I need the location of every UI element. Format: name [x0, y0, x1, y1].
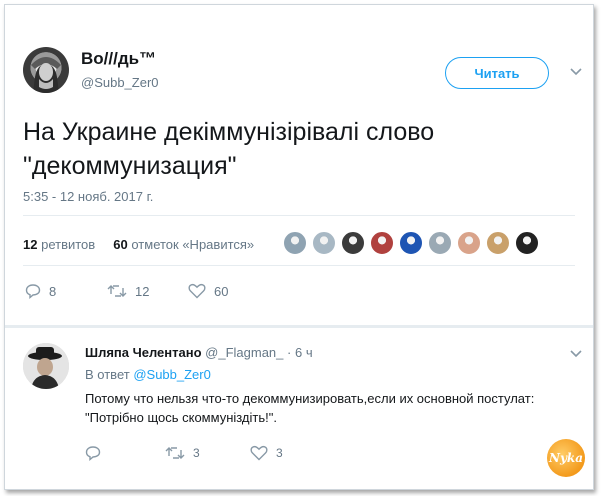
liker-avatar[interactable]	[312, 231, 336, 255]
likes-label[interactable]: отметок «Нравится»	[131, 237, 254, 252]
section-separator	[5, 325, 593, 328]
retweet-count: 12	[135, 283, 150, 299]
liker-avatar[interactable]	[428, 231, 452, 255]
retweet-icon	[107, 285, 127, 297]
reply-author-name[interactable]: Шляпа Челентано	[85, 345, 202, 360]
liker-avatar[interactable]	[486, 231, 510, 255]
reply-count: 8	[49, 283, 57, 299]
watermark-logo: Nyka	[547, 439, 585, 477]
likes-count[interactable]: 60	[113, 237, 127, 252]
reply-retweet-count: 3	[193, 446, 200, 460]
tweet-text: На Украине декіммунізірівалі слово "деко…	[23, 118, 435, 180]
reply-header: Шляпа Челентано @_Flagman_ · 6 ч	[85, 345, 313, 360]
like-count: 60	[214, 283, 229, 299]
chevron-down-icon[interactable]	[570, 65, 582, 79]
author-avatar[interactable]	[23, 47, 69, 93]
retweets-label[interactable]: ретвитов	[41, 237, 95, 252]
reply-author-handle[interactable]: @_Flagman_	[205, 345, 283, 360]
retweet-action[interactable]: 12	[107, 283, 149, 299]
avatar-portrait-icon	[31, 57, 61, 93]
avatar-hat-man-icon	[23, 343, 69, 389]
liker-avatar[interactable]	[283, 231, 307, 255]
author-name[interactable]: Во///дь™	[81, 49, 156, 69]
reply-author-avatar[interactable]	[23, 343, 69, 389]
chevron-down-icon[interactable]	[570, 347, 582, 361]
heart-icon	[250, 445, 268, 461]
tweet-stats: 12 ретвитов 60 отметок «Нравится»	[23, 237, 254, 252]
reply-bubble-icon	[25, 284, 41, 299]
in-reply-label: В ответ	[85, 367, 130, 382]
reply-like-action[interactable]: 3	[250, 445, 283, 461]
reply-text: Потому что нельзя что-то декоммунизирова…	[85, 391, 535, 425]
reply-time[interactable]: 6 ч	[295, 345, 313, 360]
divider	[23, 265, 575, 266]
reply-reply-action[interactable]	[85, 445, 109, 461]
liker-avatar[interactable]	[515, 231, 539, 255]
liker-avatar[interactable]	[341, 231, 365, 255]
like-action[interactable]: 60	[188, 283, 228, 299]
retweets-count[interactable]: 12	[23, 237, 37, 252]
liker-avatar[interactable]	[457, 231, 481, 255]
reply-like-count: 3	[276, 446, 283, 460]
follow-button[interactable]: Читать	[445, 57, 549, 89]
in-reply-handle-link[interactable]: @Subb_Zer0	[133, 367, 211, 382]
reply-dot: ·	[287, 345, 292, 360]
author-handle[interactable]: @Subb_Zer0	[81, 75, 159, 90]
heart-icon	[188, 283, 206, 299]
reply-retweet-action[interactable]: 3	[165, 445, 200, 461]
reply-bubble-icon	[85, 446, 101, 461]
tweet-timestamp[interactable]: 5:35 - 12 нояб. 2017 г.	[23, 189, 153, 204]
retweet-icon	[165, 447, 185, 459]
liker-avatar[interactable]	[370, 231, 394, 255]
in-reply-to: В ответ @Subb_Zer0	[85, 367, 211, 382]
divider	[23, 215, 575, 216]
tweet-card: Во///дь™ @Subb_Zer0 Читать На Украине де…	[4, 4, 594, 490]
liker-avatar[interactable]	[399, 231, 423, 255]
reply-action[interactable]: 8	[25, 283, 56, 299]
